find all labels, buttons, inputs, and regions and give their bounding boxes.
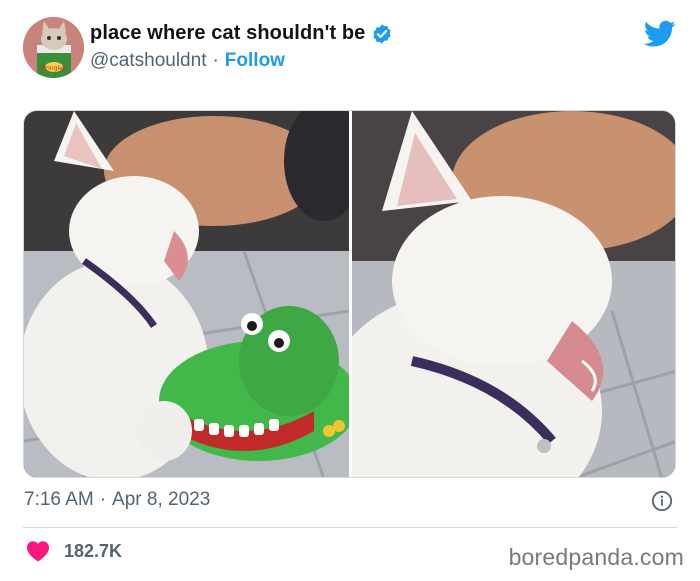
tweet-media[interactable]	[23, 110, 676, 478]
like-count: 182.7K	[64, 540, 123, 561]
cat-crocodile-image	[24, 111, 349, 477]
handle-separator: ·	[212, 50, 219, 71]
tweet-time: 7:16 AM	[24, 489, 94, 510]
author-name-row: place where cat shouldn't be	[90, 22, 393, 45]
avatar-image: Pringles	[23, 17, 84, 78]
author-handle[interactable]: @catshouldnt	[90, 50, 206, 72]
media-panel-cat-yawning-closeup[interactable]	[352, 111, 675, 477]
author-avatar[interactable]: Pringles	[23, 17, 84, 78]
timestamp-separator: ·	[99, 489, 107, 510]
media-panel-cat-with-crocodile-toy[interactable]	[24, 111, 349, 477]
follow-button[interactable]: Follow	[225, 50, 285, 72]
author-display-name[interactable]: place where cat shouldn't be	[90, 22, 365, 45]
twitter-bird-icon[interactable]	[644, 20, 676, 48]
tweet-timestamp[interactable]: 7:16 AM · Apr 8, 2023	[24, 489, 210, 511]
like-action[interactable]: 182.7K	[26, 540, 122, 562]
verified-badge-icon	[373, 23, 392, 44]
heart-icon[interactable]	[26, 540, 50, 562]
tweet-date: Apr 8, 2023	[112, 489, 211, 510]
source-watermark: boredpanda.com	[508, 544, 684, 570]
tweet-card: Pringles place where cat shouldn't be @c…	[0, 0, 700, 581]
avatar-brand-text: Pringles	[42, 65, 66, 72]
footer-divider	[23, 527, 677, 528]
cat-yawning-image	[352, 111, 675, 477]
author-handle-row: @catshouldnt · Follow	[90, 50, 285, 72]
info-icon[interactable]	[651, 490, 673, 512]
